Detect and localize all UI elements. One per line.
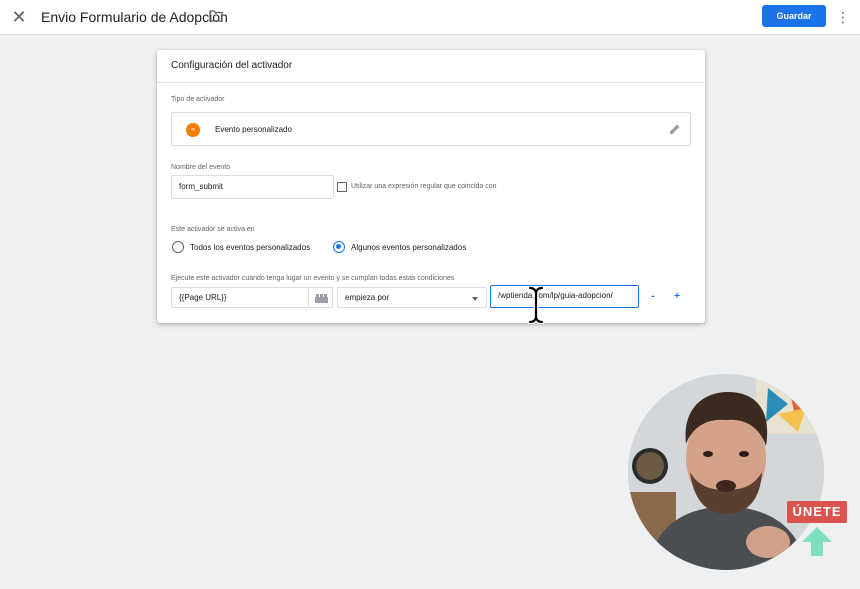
variable-picker-button[interactable] xyxy=(309,287,333,308)
radio-some-events[interactable] xyxy=(333,241,345,253)
condition-value-input[interactable]: /wptienda.com/lp/guia-adopcion/ xyxy=(490,285,639,308)
folder-icon[interactable] xyxy=(209,10,223,22)
remove-condition-button[interactable]: - xyxy=(647,290,659,304)
trigger-type-selector[interactable]: ‹› Evento personalizado xyxy=(171,112,691,146)
pencil-icon[interactable] xyxy=(669,123,681,135)
card-header: Configuración del activador xyxy=(157,50,705,83)
operator-value: empieza por xyxy=(345,293,390,302)
text-cursor-icon xyxy=(527,286,545,324)
condition-operator-select[interactable]: empieza por xyxy=(337,287,487,308)
close-icon[interactable]: ✕ xyxy=(9,7,29,27)
event-name-input[interactable]: form_submit xyxy=(171,175,334,199)
trigger-type-value: Evento personalizado xyxy=(215,125,292,134)
radio-some-events-label: Algunos eventos personalizados xyxy=(351,243,467,252)
regex-checkbox[interactable] xyxy=(337,182,347,192)
presenter-figure xyxy=(628,374,824,570)
more-vert-icon[interactable]: ⋮ xyxy=(836,7,850,27)
card-title: Configuración del activador xyxy=(171,60,293,71)
fires-on-label: Este activador se activa en xyxy=(171,226,255,233)
join-badge: ÚNETE xyxy=(787,501,847,523)
dropdown-arrow-icon xyxy=(472,297,478,301)
event-name-label: Nombre del evento xyxy=(171,164,231,171)
trigger-config-card: Configuración del activador Tipo de acti… xyxy=(157,50,705,323)
condition-label: Ejecute este activador cuando tenga luga… xyxy=(171,275,455,282)
add-condition-button[interactable]: + xyxy=(671,290,683,304)
trigger-type-label: Tipo de activador xyxy=(171,96,225,103)
save-button[interactable]: Guardar xyxy=(762,5,826,27)
radio-all-events[interactable] xyxy=(172,241,184,253)
radio-all-events-label: Todos los eventos personalizados xyxy=(190,243,311,252)
page-title: Envio Formulario de Adopción xyxy=(41,9,228,25)
custom-event-icon: ‹› xyxy=(186,123,200,137)
blocks-icon xyxy=(315,294,328,303)
regex-checkbox-label: Utilizar una expresión regular que coinc… xyxy=(351,183,497,190)
top-bar: ✕ Envio Formulario de Adopción Guardar ⋮ xyxy=(0,0,860,35)
condition-variable-select[interactable]: {{Page URL}} xyxy=(171,287,309,308)
presenter-video xyxy=(628,374,824,570)
arrow-up-icon xyxy=(802,527,832,556)
